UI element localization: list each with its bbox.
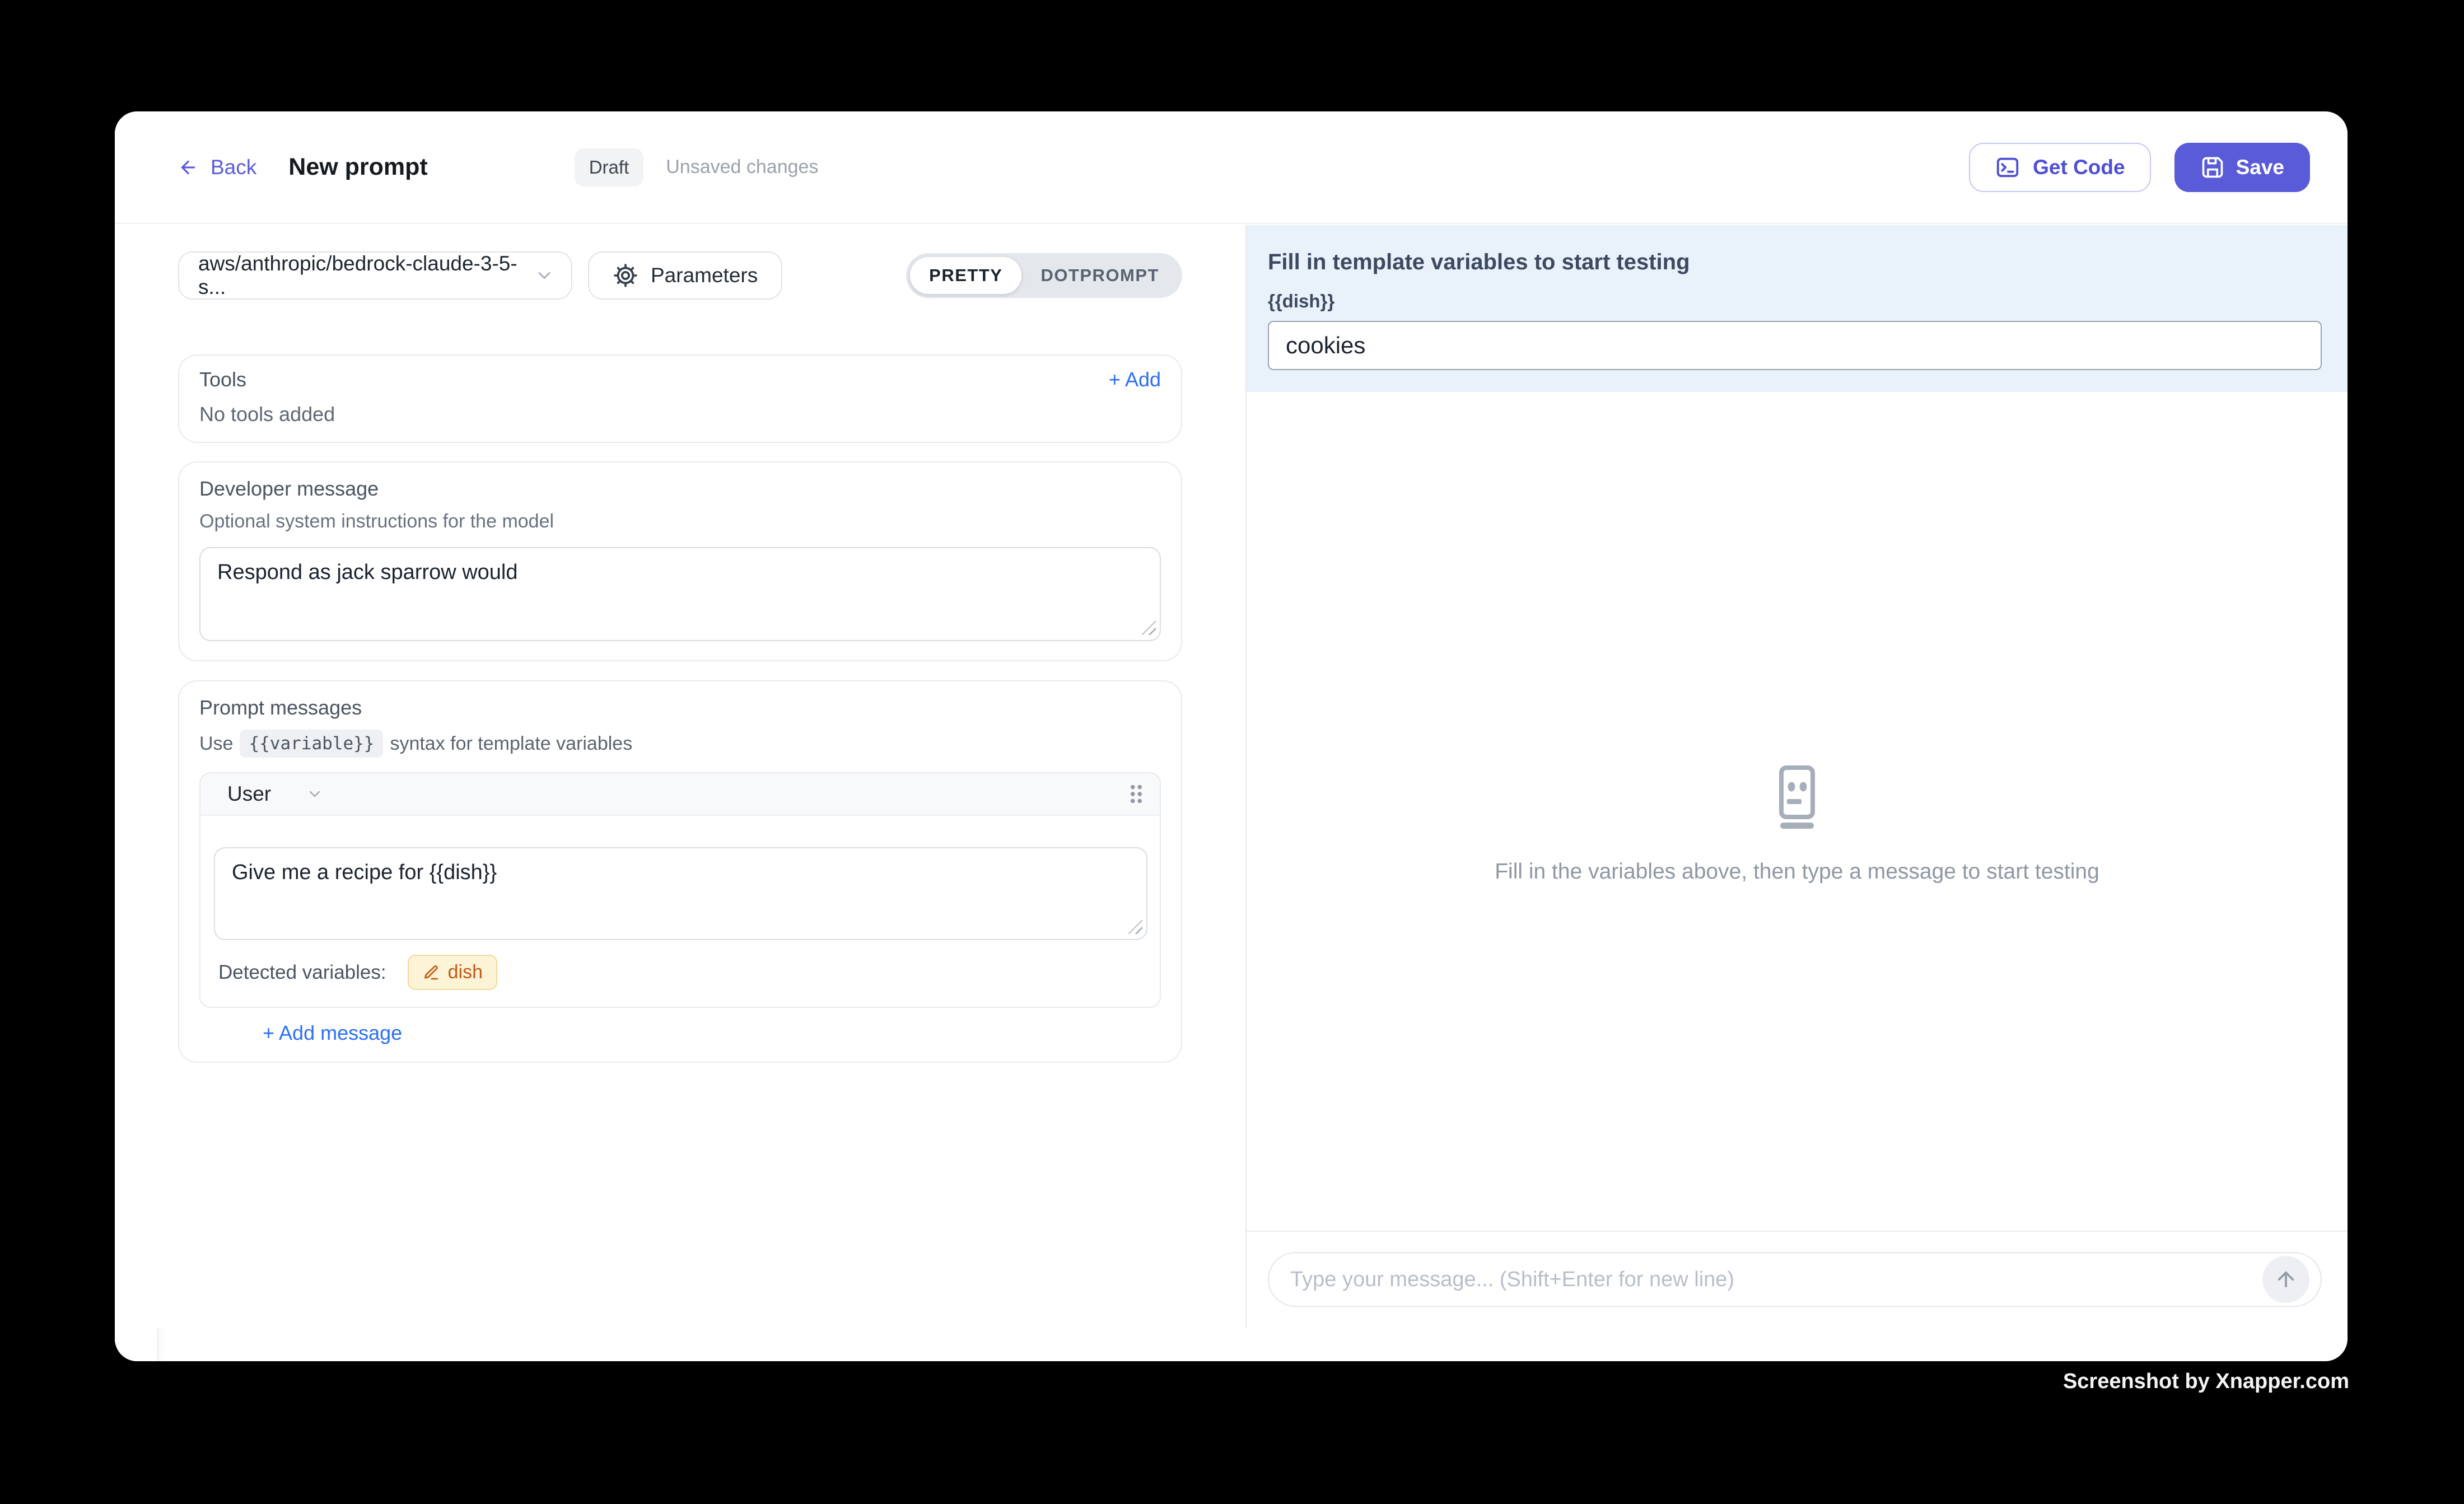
watermark-text: Screenshot by Xnapper.com xyxy=(2063,1370,2349,1394)
unsaved-changes-text: Unsaved changes xyxy=(666,156,818,178)
detected-variables-label: Detected variables: xyxy=(218,961,386,984)
developer-message-card: Developer message Optional system instru… xyxy=(178,461,1182,661)
chat-empty-state: Fill in the variables above, then type a… xyxy=(1247,764,2348,884)
back-arrow-icon xyxy=(178,157,198,178)
chat-message-input[interactable] xyxy=(1268,1252,2322,1307)
model-toolbar: aws/anthropic/bedrock-claude-3-5-s... xyxy=(178,251,1182,300)
send-arrow-icon xyxy=(2274,1268,2298,1291)
robot-face-icon xyxy=(1247,764,2348,832)
page-title: New prompt xyxy=(288,153,427,181)
banner-title: Fill in template variables to start test… xyxy=(1268,250,2322,275)
message-header: User xyxy=(200,773,1160,816)
tools-empty-text: No tools added xyxy=(199,403,1161,426)
terminal-icon xyxy=(1995,155,2020,180)
variable-chip-dish[interactable]: dish xyxy=(408,955,497,990)
toggle-option-dotprompt[interactable]: DOTPROMPT xyxy=(1021,257,1178,294)
message-block: User Give me a recipe for {{dish}} xyxy=(199,772,1161,1008)
hint-suffix: syntax for template variables xyxy=(390,733,632,755)
hint-prefix: Use xyxy=(199,733,233,755)
app-window: Back New prompt Draft Unsaved changes Ge… xyxy=(115,111,2348,1361)
save-icon xyxy=(2200,155,2225,180)
prompt-editor-panel: aws/anthropic/bedrock-claude-3-5-s... xyxy=(115,225,1245,1328)
send-button[interactable] xyxy=(2262,1256,2309,1303)
tools-title: Tools xyxy=(199,368,246,391)
prompt-messages-title: Prompt messages xyxy=(199,696,1161,720)
chevron-down-icon xyxy=(534,265,554,286)
prompt-messages-card: Prompt messages Use {{variable}} syntax … xyxy=(178,680,1182,1063)
variable-code-chip: {{variable}} xyxy=(240,730,383,758)
message-body: Give me a recipe for {{dish}} xyxy=(200,816,1160,940)
user-message-textarea[interactable]: Give me a recipe for {{dish}} xyxy=(214,847,1147,940)
variable-syntax-hint: Use {{variable}} syntax for template var… xyxy=(199,730,1161,758)
parameters-label: Parameters xyxy=(651,264,758,287)
drag-handle-icon[interactable] xyxy=(1127,782,1145,806)
test-panel: Fill in template variables to start test… xyxy=(1247,225,2348,1328)
header: Back New prompt Draft Unsaved changes Ge… xyxy=(115,111,2348,224)
variable-value-input[interactable] xyxy=(1268,321,2322,370)
developer-message-textarea[interactable]: Respond as jack sparrow would xyxy=(199,547,1161,641)
gear-icon xyxy=(613,263,638,288)
add-message-button[interactable]: + Add message xyxy=(263,1021,402,1045)
developer-message-title: Developer message xyxy=(199,477,1161,501)
save-button[interactable]: Save xyxy=(2174,143,2310,192)
get-code-button[interactable]: Get Code xyxy=(1969,143,2150,192)
toggle-option-pretty[interactable]: PRETTY xyxy=(910,257,1021,294)
developer-message-field-wrap: Respond as jack sparrow would xyxy=(199,547,1161,641)
status-badge: Draft xyxy=(575,148,644,186)
message-role-select[interactable]: User xyxy=(227,782,324,806)
back-button[interactable]: Back xyxy=(178,156,256,179)
variable-name-label: {{dish}} xyxy=(1268,291,2322,312)
chat-divider xyxy=(1247,1231,2348,1232)
chevron-down-icon xyxy=(306,785,324,803)
view-mode-toggle: PRETTY DOTPROMPT xyxy=(906,253,1182,298)
tools-card: Tools + Add No tools added xyxy=(178,354,1182,443)
pencil-icon xyxy=(422,964,440,982)
variable-chip-label: dish xyxy=(448,961,483,983)
model-select[interactable]: aws/anthropic/bedrock-claude-3-5-s... xyxy=(178,251,572,300)
detected-variables-row: Detected variables: dish xyxy=(200,940,1160,1007)
message-field-wrap: Give me a recipe for {{dish}} xyxy=(214,847,1147,940)
chat-input-row xyxy=(1268,1252,2322,1307)
message-role-value: User xyxy=(227,782,271,806)
parameters-button[interactable]: Parameters xyxy=(588,251,782,300)
add-tool-button[interactable]: + Add xyxy=(1109,368,1161,391)
save-label: Save xyxy=(2236,156,2284,179)
get-code-label: Get Code xyxy=(2033,156,2125,179)
chat-empty-text: Fill in the variables above, then type a… xyxy=(1247,860,2348,884)
model-select-value: aws/anthropic/bedrock-claude-3-5-s... xyxy=(198,252,534,299)
template-variables-banner: Fill in template variables to start test… xyxy=(1247,225,2348,392)
developer-message-subtitle: Optional system instructions for the mod… xyxy=(199,511,1161,533)
back-label: Back xyxy=(211,156,256,179)
